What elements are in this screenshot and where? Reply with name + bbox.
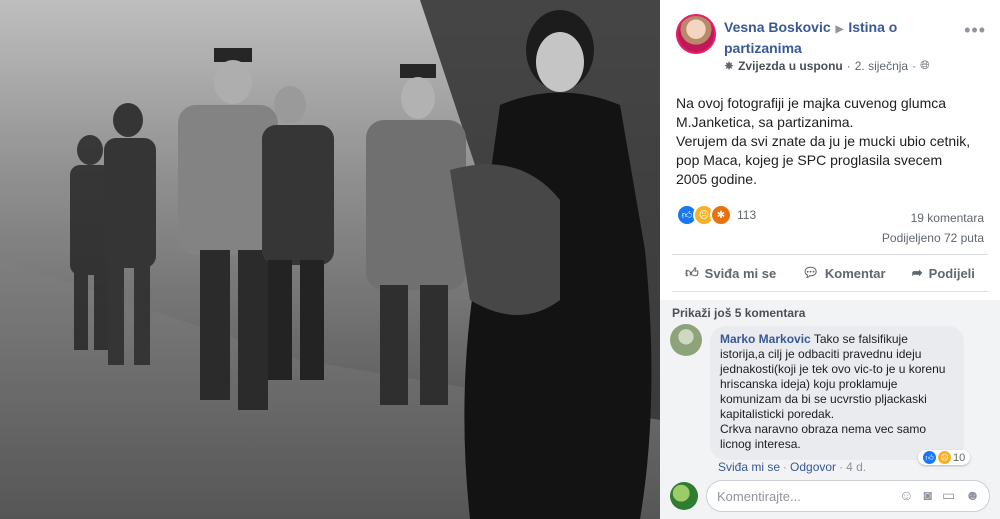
- separator-dot: ·: [783, 460, 788, 474]
- comment-time[interactable]: 4 d.: [846, 460, 866, 474]
- separator-dot: ·: [846, 58, 851, 73]
- more-dots-icon[interactable]: •••: [964, 20, 986, 41]
- star-icon: ✸: [724, 58, 735, 73]
- globe-icon: 🌐︎: [920, 58, 930, 72]
- commenter-avatar[interactable]: [670, 324, 702, 356]
- show-more-comments-link[interactable]: Prikaži još 5 komentara: [672, 306, 805, 320]
- share-arrow-icon: ➦: [911, 265, 923, 280]
- current-user-avatar[interactable]: [670, 482, 698, 510]
- comment-input-tools: ☺ ◙ ▭ ☻: [899, 487, 980, 504]
- post-side-panel: Vesna Boskovic ▶ Istina o partizanima ✸ Zv…: [660, 0, 1000, 519]
- comment-actions: Sviđa mi se · Odgovor · 4 d.: [718, 460, 866, 474]
- share-button[interactable]: ➦ Podijeli: [912, 265, 975, 281]
- post-date[interactable]: 2. siječnja: [855, 59, 908, 73]
- photo-scene: [0, 0, 660, 519]
- reaction-summary[interactable]: 👍︎ ☹ ✱ 113: [676, 204, 756, 226]
- comment-text: Crkva naravno obraza nema vec samo licno…: [720, 422, 927, 451]
- camera-icon[interactable]: ◙: [924, 487, 932, 504]
- comment-reactions-badge[interactable]: 👍︎ ☹ 10: [918, 450, 971, 465]
- thumbs-up-icon: 👍︎: [685, 265, 699, 280]
- share-label: Podijeli: [928, 265, 975, 281]
- comment-reaction-count: 10: [953, 451, 966, 464]
- sticker-icon[interactable]: ☻: [965, 487, 980, 504]
- sad-reaction-icon: ☹: [938, 451, 951, 464]
- comment-reply-link[interactable]: Odgovor: [790, 460, 836, 474]
- post-header: Vesna Boskovic ▶ Istina o partizanima ✸ Zv…: [676, 14, 988, 84]
- post-text-line: Verujem da svi znate da ju je mucki ubio…: [676, 133, 971, 187]
- like-reaction-icon: 👍︎: [923, 451, 936, 464]
- gif-icon[interactable]: ▭: [942, 487, 955, 504]
- comments-count[interactable]: 19 komentara: [882, 208, 984, 228]
- emoji-icon[interactable]: ☺: [899, 487, 913, 504]
- comments-section: Prikaži još 5 komentara Marko Markovic T…: [660, 300, 1000, 519]
- author-avatar[interactable]: [676, 14, 716, 54]
- reaction-count: 113: [737, 208, 757, 222]
- angry-reaction-icon: ✱: [710, 204, 732, 226]
- like-label: Sviđa mi se: [704, 265, 777, 281]
- post-actions-bar: 👍︎ Sviđa mi se 💬︎ Komentar ➦ Podijeli: [672, 254, 988, 292]
- comment-like-link[interactable]: Sviđa mi se: [718, 460, 780, 474]
- member-badge[interactable]: Zvijezda u usponu: [738, 59, 843, 73]
- post-text-line: Na ovoj fotografiji je majka cuvenog glu…: [676, 95, 947, 130]
- comment-bubble: Marko Markovic Tako se falsifikuje istor…: [710, 326, 964, 460]
- separator-dot: ·: [839, 460, 844, 474]
- comment-input-placeholder: Komentirajte...: [717, 488, 801, 504]
- post-stats: 19 komentara Podijeljeno 72 puta: [882, 208, 984, 248]
- write-comment-row: Komentirajte... ☺ ◙ ▭ ☻: [670, 480, 990, 514]
- like-button[interactable]: 👍︎ Sviđa mi se: [685, 265, 776, 281]
- post-text: Na ovoj fotografiji je majka cuvenog glu…: [676, 94, 976, 189]
- post-photo[interactable]: [0, 0, 660, 519]
- comment-button[interactable]: 💬︎ Komentar: [802, 265, 885, 281]
- post-meta: ✸ Zvijezda u usponu · 2. siječnja · 🌐︎: [724, 58, 930, 73]
- commenter-name[interactable]: Marko Markovic: [720, 332, 811, 346]
- author-name[interactable]: Vesna Boskovic: [724, 19, 831, 35]
- triangle-right-icon: ▶: [835, 24, 844, 35]
- separator-dot: ·: [912, 58, 917, 73]
- comment-label: Komentar: [824, 265, 886, 281]
- shares-count[interactable]: Podijeljeno 72 puta: [882, 228, 984, 248]
- post-author-line: Vesna Boskovic ▶ Istina o partizanima: [724, 18, 954, 57]
- speech-bubble-icon: 💬︎: [802, 265, 819, 280]
